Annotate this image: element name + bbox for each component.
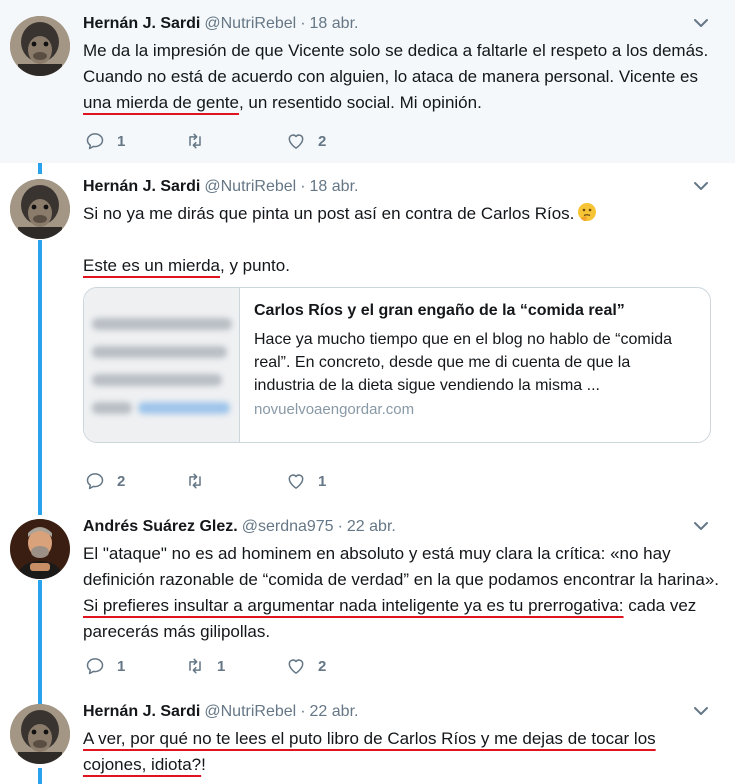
retweet-button[interactable] [185, 470, 217, 492]
man-avatar-image [10, 519, 70, 579]
reply-button[interactable]: 1 [85, 130, 125, 152]
reply-button[interactable]: 1 [85, 655, 125, 677]
avatar[interactable] [10, 704, 70, 764]
author-name[interactable]: Hernán J. Sardi [83, 703, 200, 720]
reply-button[interactable]: 2 [85, 470, 125, 492]
tweet-date[interactable]: 22 abr. [310, 703, 359, 720]
chimp-avatar-image [10, 16, 70, 76]
tweet-text-part: , y punto. [220, 256, 290, 275]
tweet-text-line: Este es un mierda, y punto. [83, 253, 723, 279]
retweet-icon [189, 658, 201, 674]
like-button[interactable]: 1 [286, 470, 326, 492]
tweet-text: El "ataque" no es ad hominem en absoluto… [83, 541, 723, 645]
tweet-header: Andrés Suárez Glez. @serdna975 · 22 abr. [83, 516, 396, 538]
retweet-button[interactable]: 1 [185, 655, 225, 677]
tweet-header: Hernán J. Sardi @NutriRebel · 18 abr. [83, 13, 358, 35]
tweet[interactable]: Andrés Suárez Glez. @serdna975 · 22 abr. El… [0, 503, 735, 688]
retweet-icon [189, 133, 201, 149]
like-button[interactable]: 2 [286, 655, 326, 677]
avatar[interactable] [10, 16, 70, 76]
underlined-insult: Si prefieres insultar a argumentar nada … [83, 596, 624, 615]
tweet-text-part: Si no ya me dirás que pinta un post así … [83, 204, 575, 223]
author-name[interactable]: Andrés Suárez Glez. [83, 518, 238, 535]
like-count: 1 [318, 472, 327, 490]
reply-icon [86, 473, 104, 490]
tweet[interactable]: Hernán J. Sardi @NutriRebel · 18 abr. Me da… [0, 0, 735, 163]
author-handle[interactable]: @NutriRebel [204, 15, 296, 32]
author-handle[interactable]: @serdna975 [242, 518, 334, 535]
separator-dot: · [300, 15, 306, 32]
underlined-insult: una mierda de gente [83, 93, 239, 112]
caret-down-icon[interactable] [693, 706, 709, 716]
like-count: 2 [318, 132, 327, 150]
caret-down-icon[interactable] [693, 521, 709, 531]
reply-count: 1 [117, 657, 126, 675]
like-icon [288, 134, 304, 149]
separator-dot: · [300, 703, 306, 720]
separator-dot: · [337, 518, 343, 535]
author-name[interactable]: Hernán J. Sardi [83, 178, 200, 195]
card-title[interactable]: Carlos Ríos y el gran engaño de la “comi… [254, 300, 694, 322]
tweet-header: Hernán J. Sardi @NutriRebel · 18 abr. [83, 176, 358, 198]
card-body: Carlos Ríos y el gran engaño de la “comi… [254, 300, 694, 418]
tweet-date[interactable]: 18 abr. [310, 15, 359, 32]
chimp-avatar-image [10, 704, 70, 764]
thinking-face-emoji [578, 203, 597, 221]
card-description: Hace ya mucho tiempo que en el blog no h… [254, 331, 673, 394]
retweet-button[interactable] [185, 130, 217, 152]
tweet-header: Hernán J. Sardi @NutriRebel · 22 abr. [83, 701, 358, 723]
tweet-text-part: El "ataque" no es ad hominem en absoluto… [83, 544, 720, 589]
avatar[interactable] [10, 179, 70, 239]
chimp-avatar-image [10, 179, 70, 239]
reply-count: 1 [117, 132, 126, 150]
like-count: 2 [318, 657, 327, 675]
tweet-text: Si no ya me dirás que pinta un post así … [83, 201, 723, 279]
tweet-date[interactable]: 18 abr. [310, 178, 359, 195]
separator-dot: · [300, 178, 306, 195]
card-thumbnail [84, 288, 240, 442]
link-card[interactable]: Carlos Ríos y el gran engaño de la “comi… [83, 287, 711, 443]
card-domain: novuelvoaengordar.com [254, 401, 415, 418]
tweet-date[interactable]: 22 abr. [347, 518, 396, 535]
tweet-text-part: ! [201, 755, 206, 774]
avatar[interactable] [10, 519, 70, 579]
caret-down-icon[interactable] [693, 18, 709, 28]
underlined-insult: Este es un mierda [83, 256, 221, 275]
author-handle[interactable]: @NutriRebel [204, 178, 296, 195]
tweet-text: A ver, por qué no te lees el puto libro … [83, 726, 723, 778]
retweet-icon [189, 473, 201, 489]
underlined-insult: A ver, por qué no te lees el puto libro … [83, 729, 656, 774]
author-name[interactable]: Hernán J. Sardi [83, 15, 200, 32]
author-handle[interactable]: @NutriRebel [204, 703, 296, 720]
like-icon [288, 659, 304, 674]
like-button[interactable]: 2 [286, 130, 326, 152]
caret-down-icon[interactable] [693, 181, 709, 191]
like-icon [288, 474, 304, 489]
tweet-text: Me da la impresión de que Vicente solo s… [83, 38, 723, 116]
tweet-text-part: , un resentido social. Mi opinión. [238, 93, 482, 112]
reply-count: 2 [117, 472, 126, 490]
retweet-count: 1 [217, 657, 226, 675]
tweet[interactable]: Hernán J. Sardi @NutriRebel · 22 abr. A ver… [0, 688, 735, 784]
tweet-text-line: Si no ya me dirás que pinta un post así … [83, 201, 723, 227]
tweet-text-part: Me da la impresión de que Vicente solo s… [83, 41, 709, 86]
reply-icon [86, 658, 104, 675]
reply-icon [86, 133, 104, 150]
